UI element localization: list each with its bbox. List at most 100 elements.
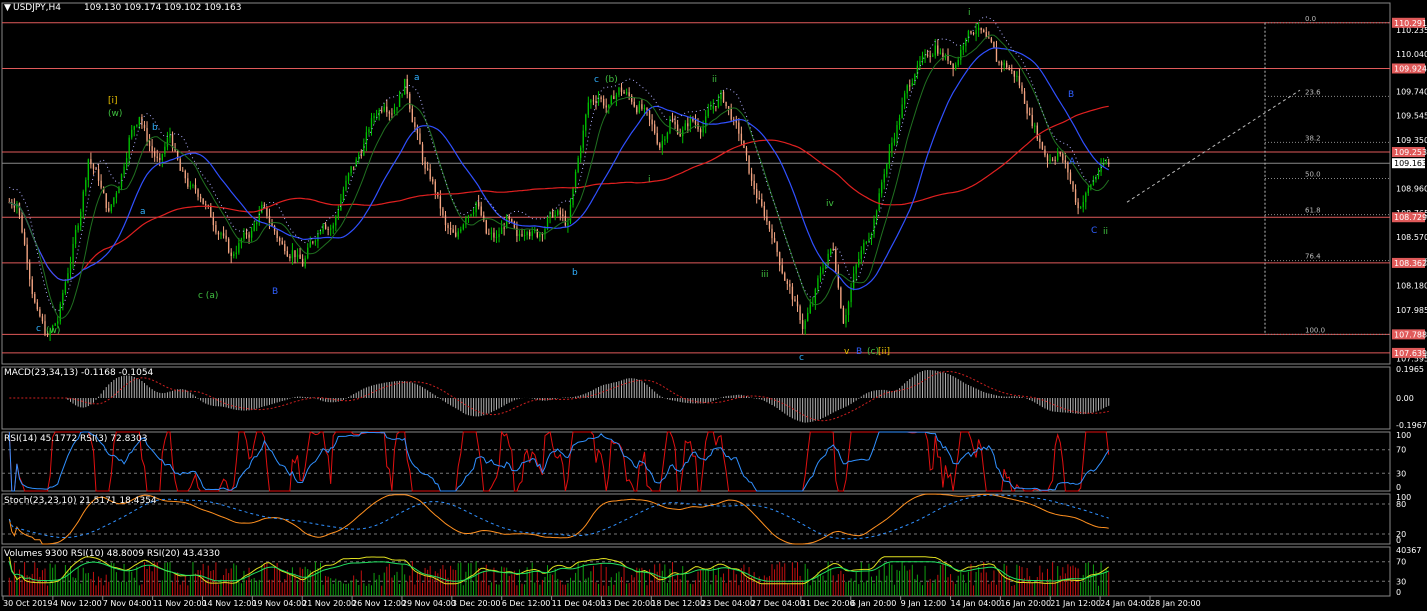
wave-label: c (a) — [198, 291, 218, 301]
candle-body — [569, 204, 572, 223]
candle-body — [651, 119, 653, 125]
wave-label: c — [594, 75, 599, 85]
stoch-axis-label: 0 — [1396, 536, 1401, 545]
candle-body — [133, 126, 135, 130]
candle-body — [901, 104, 903, 118]
candle-body — [403, 78, 406, 95]
candle-body — [80, 211, 82, 226]
candle-body — [523, 235, 526, 237]
candle-body — [794, 299, 796, 302]
candle-body — [730, 108, 732, 120]
candle-body — [799, 306, 801, 321]
candle-body — [74, 229, 77, 244]
candle-body — [809, 304, 811, 313]
candle-body — [539, 234, 541, 238]
macd-signal-line — [9, 370, 1109, 422]
candle-body — [1072, 181, 1074, 190]
candle-body — [965, 38, 967, 46]
volume-rsi10-line — [8, 556, 1109, 585]
candle-body — [253, 224, 255, 231]
candle-body — [531, 231, 533, 237]
candle-body — [314, 241, 317, 243]
candle-body — [590, 100, 592, 103]
candle-body — [983, 30, 985, 33]
ma-red-line — [9, 105, 1109, 281]
rsi-panel[interactable]: 100 70 30 0 — [1, 430, 1411, 492]
candle-body — [1036, 125, 1038, 139]
candle-body — [906, 85, 908, 94]
wave-label: c — [36, 324, 41, 334]
candle-body — [618, 87, 620, 95]
time-axis-label: 23 Dec 04:00 — [701, 599, 755, 608]
candle-body — [447, 225, 449, 229]
candle-body — [77, 225, 79, 230]
candle-body — [256, 222, 258, 225]
price-axis-label: 110.040 — [1396, 50, 1427, 59]
candle-body — [577, 157, 579, 172]
candle-body — [725, 101, 727, 107]
symbol-title: USDJPY,H4 — [13, 3, 61, 13]
candle-body — [350, 166, 352, 174]
candle-body — [727, 106, 730, 109]
candle-body — [146, 127, 148, 141]
candle-body — [914, 74, 916, 84]
time-axis-label: 9 Jan 12:00 — [901, 599, 947, 608]
candle-body — [641, 104, 643, 109]
candle-body — [574, 171, 577, 187]
time-axis-label: 29 Nov 04:00 — [402, 599, 456, 608]
candle-body — [791, 286, 794, 300]
ma-green-line — [9, 34, 1110, 319]
candle-body — [148, 140, 151, 147]
candle-body — [763, 205, 766, 217]
candle-body — [615, 94, 618, 100]
candle-body — [398, 95, 401, 108]
candle-body — [233, 254, 235, 256]
wave-label: (w) — [46, 326, 60, 336]
candle-body — [337, 210, 340, 217]
candle-body — [105, 193, 107, 209]
candle-body — [1054, 159, 1056, 161]
candle-body — [281, 241, 283, 245]
candle-body — [375, 115, 378, 117]
candle-body — [238, 243, 240, 253]
candle-body — [289, 256, 291, 259]
candle-body — [26, 244, 28, 263]
macd-panel[interactable]: 0.1965 0.00 -0.1967 — [1, 365, 1427, 430]
candle-body — [829, 248, 832, 254]
stoch-panel[interactable]: 10080200 — [1, 493, 1411, 545]
candle-body — [108, 208, 110, 212]
wave-label: [ii] — [878, 347, 890, 357]
candle-body — [220, 233, 222, 235]
candle-body — [756, 189, 758, 198]
candle-body — [807, 312, 809, 321]
candle-body — [687, 123, 689, 127]
collapse-triangle-icon[interactable]: ▼ — [4, 3, 11, 13]
price-tag-label: 109.253 — [1394, 148, 1427, 157]
rsi3-line — [8, 430, 1110, 492]
candle-body — [551, 211, 554, 218]
candle-body — [444, 215, 447, 226]
trading-chart[interactable]: 0.023.638.250.061.876.4100.0110.235110.0… — [0, 0, 1427, 611]
candle-body — [753, 180, 755, 190]
candle-body — [202, 198, 204, 205]
wave-label: A — [1069, 157, 1076, 167]
candle-body — [69, 262, 72, 274]
stoch-k-line — [8, 493, 1109, 545]
candle-body — [294, 250, 296, 258]
candle-body — [381, 110, 383, 112]
candle-body — [625, 92, 628, 94]
candle-body — [457, 231, 459, 237]
candle-body — [1018, 75, 1021, 86]
candle-body — [605, 105, 607, 108]
candle-body — [707, 109, 709, 117]
candle-body — [758, 197, 760, 200]
candle-body — [125, 158, 128, 167]
wave-label: B — [272, 287, 278, 297]
price-panel[interactable]: 0.023.638.250.061.876.4100.0110.235110.0… — [1, 2, 1427, 365]
candle-body — [671, 119, 674, 122]
candle-body — [891, 142, 893, 152]
candle-body — [1013, 70, 1016, 77]
price-tag-label: 109.924 — [1394, 64, 1427, 73]
rsi-axis-label: 100 — [1396, 431, 1411, 440]
candle-body — [934, 45, 936, 56]
